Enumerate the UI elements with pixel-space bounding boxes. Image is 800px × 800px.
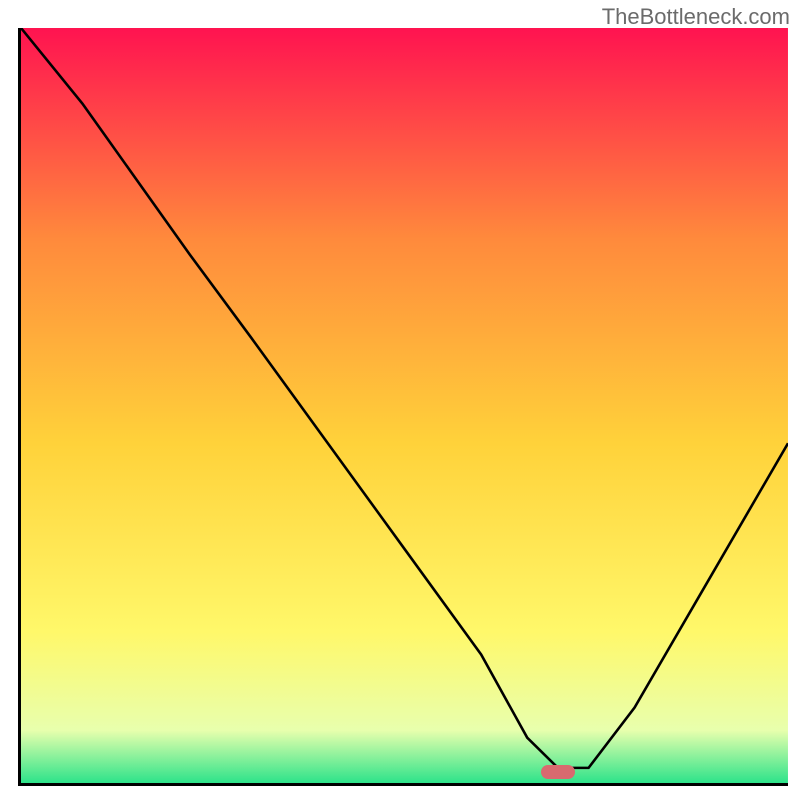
watermark-text: TheBottleneck.com	[602, 4, 790, 30]
bottleneck-chart: TheBottleneck.com	[0, 0, 800, 800]
optimal-marker	[541, 765, 575, 779]
plot-area	[18, 28, 788, 786]
bottleneck-curve	[21, 28, 788, 783]
